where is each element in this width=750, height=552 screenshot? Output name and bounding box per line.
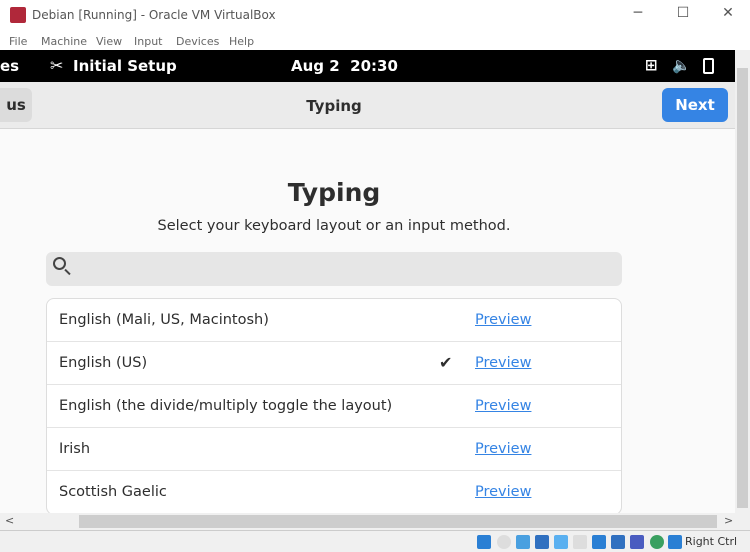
maximize-button[interactable]: ☐ (673, 5, 693, 21)
list-item[interactable]: English (Mali, US, Macintosh) Preview (47, 299, 621, 342)
scroll-right-icon[interactable]: > (724, 514, 733, 527)
horizontal-scrollbar[interactable]: < > (0, 513, 750, 530)
shared-folders-icon[interactable] (573, 535, 587, 549)
preview-link[interactable]: Preview (475, 355, 531, 371)
minimize-button[interactable]: ─ (628, 5, 648, 21)
header-title: Typing (306, 97, 362, 115)
keyboard-capture-icon[interactable] (668, 535, 682, 549)
menu-machine[interactable]: Machine (41, 35, 87, 48)
network-icon[interactable]: ⊞ (645, 56, 658, 74)
preview-link[interactable]: Preview (475, 398, 531, 414)
virtualization-icon[interactable] (630, 535, 644, 549)
scroll-left-icon[interactable]: < (5, 514, 14, 527)
list-item[interactable]: Scottish Gaelic Preview (47, 471, 621, 513)
preview-link[interactable]: Preview (475, 484, 531, 500)
menu-help[interactable]: Help (229, 35, 254, 48)
menu-devices[interactable]: Devices (176, 35, 219, 48)
list-item[interactable]: English (the divide/multiply toggle the … (47, 385, 621, 428)
menu-file[interactable]: File (9, 35, 27, 48)
layout-list: English (Mali, US, Macintosh) Preview Eng… (46, 298, 622, 513)
battery-icon[interactable] (703, 58, 714, 74)
app-name[interactable]: Initial Setup (73, 57, 177, 75)
guest-additions-icon[interactable] (650, 535, 664, 549)
close-button[interactable]: ✕ (718, 5, 738, 21)
list-item[interactable]: English (US) ✔ Preview (47, 342, 621, 385)
vertical-scrollbar[interactable] (735, 50, 750, 513)
layout-label: English (the divide/multiply toggle the … (59, 398, 393, 414)
usb-icon[interactable] (554, 535, 568, 549)
volume-icon[interactable]: 🔈 (672, 56, 691, 74)
header-bar: us Typing Next (0, 82, 735, 129)
page-title: Typing (287, 178, 381, 207)
menu-input[interactable]: Input (134, 35, 162, 48)
gnome-topbar: es ✂ Initial Setup Aug 2 20:30 ⊞ 🔈 (0, 50, 735, 82)
virtualbox-icon (10, 7, 26, 23)
checkmark-icon: ✔ (439, 353, 453, 372)
guest-screen: es ✂ Initial Setup Aug 2 20:30 ⊞ 🔈 us Ty… (0, 50, 735, 513)
hard-disk-icon[interactable] (477, 535, 491, 549)
window-title: Debian [Running] - Oracle VM VirtualBox (32, 8, 276, 22)
audio-icon[interactable] (516, 535, 530, 549)
list-item[interactable]: Irish Preview (47, 428, 621, 471)
preview-link[interactable]: Preview (475, 441, 531, 457)
preview-link[interactable]: Preview (475, 312, 531, 328)
search-icon-handle (64, 268, 71, 276)
next-button[interactable]: Next (662, 88, 728, 122)
tools-icon: ✂ (50, 56, 64, 75)
status-bar: Right Ctrl (0, 530, 750, 552)
network-adapter-icon[interactable] (535, 535, 549, 549)
search-input[interactable] (46, 252, 622, 286)
menu-view[interactable]: View (96, 35, 122, 48)
page-subtitle: Select your keyboard layout or an input … (157, 218, 511, 234)
menubar: File Machine View Input Devices Help (0, 30, 750, 50)
layout-label: Scottish Gaelic (59, 484, 167, 500)
search-icon (53, 257, 66, 270)
layout-label: English (US) (59, 355, 148, 371)
window-titlebar: Debian [Running] - Oracle VM VirtualBox … (0, 0, 750, 30)
layout-label: Irish (59, 441, 91, 457)
activities-button[interactable]: es (0, 57, 19, 75)
clock[interactable]: Aug 2 20:30 (291, 57, 398, 75)
horizontal-scroll-thumb[interactable] (79, 515, 717, 528)
vertical-scroll-thumb[interactable] (737, 68, 748, 508)
host-key-label: Right Ctrl (685, 535, 738, 548)
optical-drive-icon[interactable] (497, 535, 511, 549)
display-icon[interactable] (592, 535, 606, 549)
layout-label: English (Mali, US, Macintosh) (59, 312, 269, 328)
recording-icon[interactable] (611, 535, 625, 549)
